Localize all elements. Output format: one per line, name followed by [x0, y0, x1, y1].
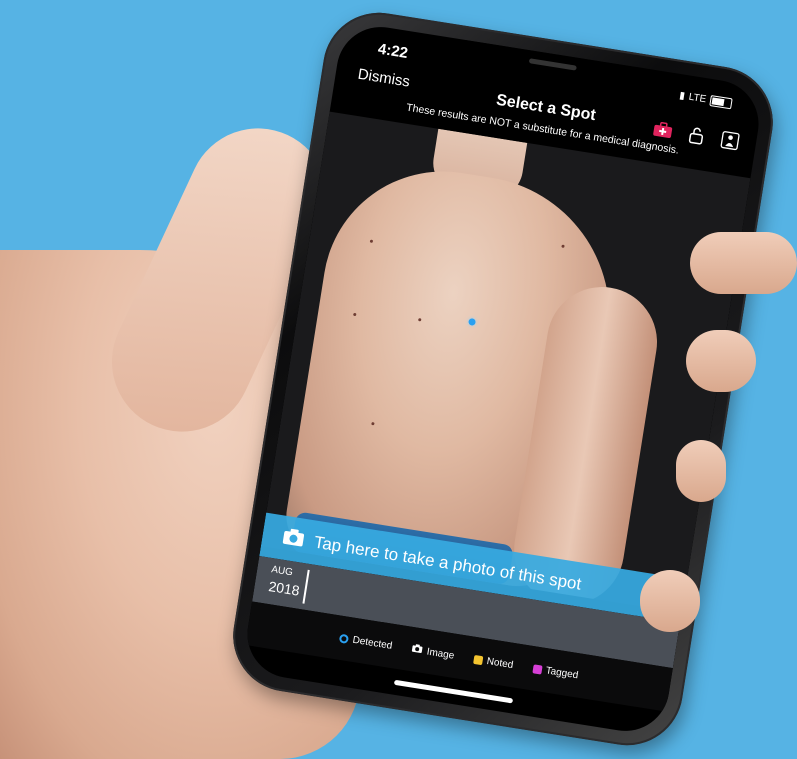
camera-icon [411, 643, 424, 657]
camera-icon [281, 526, 306, 552]
timeline-marker[interactable] [302, 569, 310, 604]
timeline-month: AUG [270, 564, 294, 579]
circle-icon [339, 633, 350, 644]
finger [676, 440, 726, 502]
speaker [528, 58, 577, 71]
legend-item-image: Image [411, 643, 455, 662]
signal-icon: ▮ [678, 90, 686, 102]
legend-label: Detected [351, 634, 394, 652]
legend-label: Image [425, 646, 456, 662]
legend-item-tagged: Tagged [532, 663, 579, 681]
network-label: LTE [687, 91, 708, 106]
tag-icon [532, 663, 543, 675]
legend-label: Tagged [544, 664, 580, 681]
finger [690, 232, 797, 294]
finger [686, 330, 756, 392]
first-aid-kit-icon[interactable] [650, 118, 677, 142]
legend-item-detected: Detected [339, 632, 393, 651]
body-map-icon[interactable] [717, 129, 744, 153]
note-icon [473, 654, 484, 665]
finger [640, 570, 700, 632]
battery-icon [709, 95, 733, 110]
dismiss-button[interactable]: Dismiss [357, 66, 412, 91]
lock-icon[interactable] [683, 124, 710, 148]
status-time: 4:22 [376, 40, 410, 62]
scene: 4:22 ▮ LTE Dismiss Select a Spot These r… [0, 0, 797, 759]
timeline-year: 2018 [267, 578, 301, 599]
legend-item-noted: Noted [473, 653, 515, 671]
legend-label: Noted [485, 655, 515, 671]
status-bar-right: ▮ LTE [678, 90, 733, 110]
